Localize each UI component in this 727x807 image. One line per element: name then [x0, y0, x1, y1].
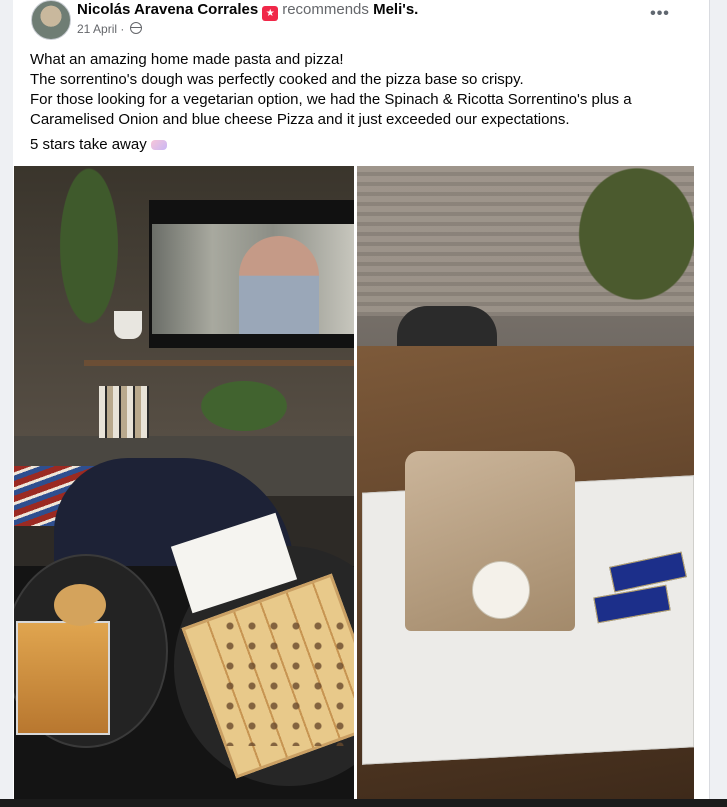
- globe-icon: [129, 22, 142, 34]
- avatar[interactable]: [31, 0, 71, 40]
- emoji-icon: [150, 140, 167, 151]
- rating-line: 5 stars take away: [30, 135, 167, 155]
- body-line: For those looking for a vegetarian optio…: [30, 91, 632, 108]
- tv-shelf: [84, 360, 354, 366]
- post-body: What an amazing home made pasta and pizz…: [30, 50, 680, 130]
- logo-sticker: [472, 561, 530, 619]
- plant: [547, 166, 694, 336]
- pasta-dish: [16, 621, 110, 735]
- page-name[interactable]: Meli's.: [373, 1, 418, 18]
- body-line: The sorrentino's dough was perfectly coo…: [30, 71, 524, 88]
- body-line: Caramelised Onion and blue cheese Pizza …: [30, 111, 570, 128]
- recommends-badge-icon: ★: [262, 6, 279, 21]
- author-name[interactable]: Nicolás Aravena Corrales: [77, 1, 258, 18]
- plant: [184, 371, 304, 441]
- photo-right[interactable]: [357, 166, 694, 799]
- tv-person: [239, 236, 319, 334]
- rating-text: 5 stars take away: [30, 136, 147, 153]
- bread: [54, 584, 106, 626]
- recommends-verb: recommends: [282, 1, 369, 18]
- post-card: Nicolás Aravena Corrales ★ recommends Meli…: [13, 0, 710, 807]
- books: [99, 386, 149, 438]
- pizza-toppings: [219, 616, 354, 746]
- post-header: Nicolás Aravena Corrales ★ recommends Meli…: [77, 1, 418, 21]
- post-date[interactable]: 21 April: [77, 22, 117, 36]
- post-meta: 21 April ·: [77, 22, 142, 36]
- more-options-button[interactable]: •••: [647, 6, 673, 28]
- bottom-bar: [0, 799, 727, 807]
- plant-pot: [114, 311, 142, 339]
- body-line: What an amazing home made pasta and pizz…: [30, 51, 344, 68]
- photo-left[interactable]: [14, 166, 354, 799]
